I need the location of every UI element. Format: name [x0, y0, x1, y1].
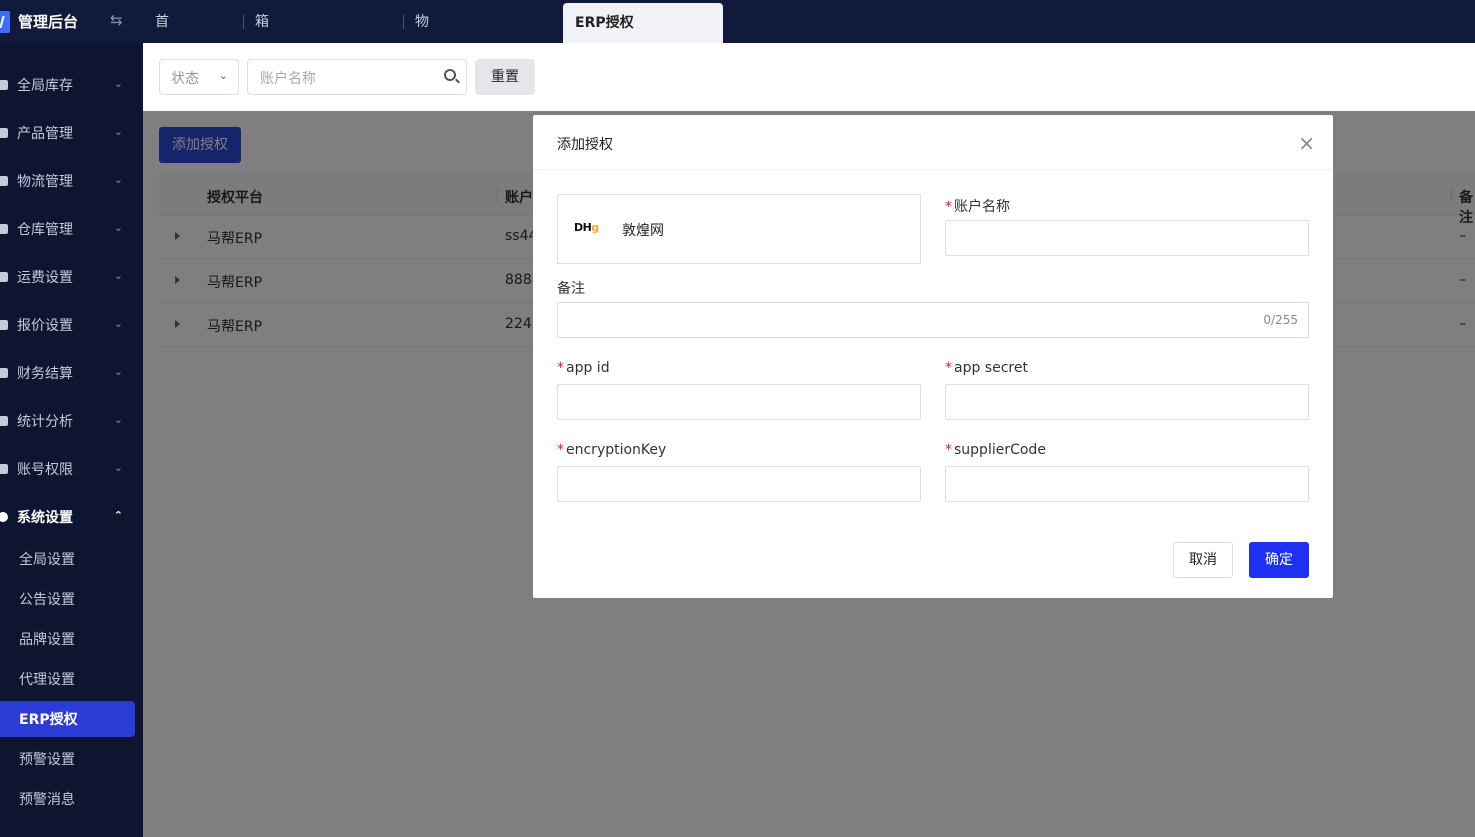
warehouse-icon [0, 224, 8, 234]
finance-icon [0, 368, 8, 378]
sidebar-item-label: 运费设置 [17, 270, 73, 286]
inventory-icon [0, 80, 8, 90]
tab-divider [243, 15, 244, 29]
sidebar-item-label: 全局库存 [17, 78, 73, 94]
sidebar-item-label: 统计分析 [17, 414, 73, 430]
chart-icon [0, 416, 8, 426]
account-search-input[interactable]: 账户名称 [247, 59, 467, 95]
sidebar-item-warehouse[interactable]: 仓库管理 ⌄ [0, 209, 143, 249]
add-auth-dialog: 添加授权 × DHg 敦煌网 * 账户名称 备注 0/255 * app id * a… [533, 115, 1333, 598]
cancel-button[interactable]: 取消 [1173, 542, 1233, 578]
dialog-title: 添加授权 [557, 137, 613, 153]
sidebar-item-finance[interactable]: 财务结算 ⌄ [0, 353, 143, 393]
encryption-key-field[interactable] [557, 466, 921, 502]
sidebar-subitem-erp-auth[interactable]: ERP授权 [0, 701, 135, 737]
sidebar-subitem-announcements[interactable]: 公告设置 [0, 581, 143, 617]
sidebar-subitem-brand[interactable]: 品牌设置 [0, 621, 143, 657]
remark-label: 备注 [557, 281, 585, 297]
account-name-label: * 账户名称 [945, 199, 1010, 215]
sidebar-item-products[interactable]: 产品管理 ⌄ [0, 113, 143, 153]
sidebar-subitem-global-settings[interactable]: 全局设置 [0, 541, 143, 577]
chevron-down-icon: ⌄ [113, 365, 123, 378]
chevron-down-icon: ⌄ [113, 461, 123, 474]
top-header: 管理后台 ⇆ 首页 箱库存 物流渠道列表 ERP授权 [0, 0, 1475, 255]
supplier-code-field[interactable] [945, 466, 1309, 502]
sidebar-item-global-inventory[interactable]: 全局库存 ⌄ [0, 65, 143, 105]
collapse-menu-icon[interactable]: ⇆ [110, 11, 123, 29]
sidebar-item-label: 报价设置 [17, 318, 73, 334]
tab-erp-auth[interactable]: ERP授权 [563, 3, 723, 43]
app-title: 管理后台 [18, 13, 79, 31]
app-secret-field[interactable] [945, 384, 1309, 420]
sidebar-item-account-permissions[interactable]: 账号权限 ⌄ [0, 449, 143, 489]
sidebar-item-freight[interactable]: 运费设置 ⌄ [0, 257, 143, 297]
chevron-down-icon: ⌄ [113, 317, 123, 330]
tab-home[interactable]: 首页 [155, 0, 169, 75]
sidebar-item-label: 产品管理 [17, 126, 73, 142]
filter-bar: 状态 ⌄ 账户名称 重置 [143, 43, 1475, 111]
truck-icon [0, 176, 8, 186]
sidebar-item-label: 账号权限 [17, 462, 73, 478]
chevron-down-icon: ⌄ [218, 69, 228, 82]
account-name-field[interactable] [945, 220, 1309, 256]
gear-icon [0, 512, 8, 522]
sidebar-item-quote[interactable]: 报价设置 ⌄ [0, 305, 143, 345]
chevron-down-icon: ⌄ [113, 221, 123, 234]
status-select[interactable]: 状态 ⌄ [159, 59, 239, 95]
dhgate-logo-text: DH [574, 221, 592, 234]
supplier-code-label: * supplierCode [945, 442, 1046, 458]
remark-char-counter: 0/255 [1263, 313, 1298, 327]
user-icon [0, 464, 8, 474]
dialog-header: 添加授权 × [533, 115, 1333, 170]
close-icon[interactable]: × [1298, 133, 1315, 153]
remark-field[interactable]: 0/255 [557, 302, 1309, 338]
sidebar-subitem-alert-messages[interactable]: 预警消息 [0, 781, 143, 817]
sidebar-item-system-settings[interactable]: 系统设置 ⌃ [0, 497, 143, 537]
encryption-key-label: * encryptionKey [557, 442, 667, 458]
product-icon [0, 128, 8, 138]
sidebar-item-label: 财务结算 [17, 366, 73, 382]
chevron-down-icon: ⌄ [113, 269, 123, 282]
sidebar-item-label: 系统设置 [17, 510, 73, 526]
sidebar-subitem-agent[interactable]: 代理设置 [0, 661, 143, 697]
chevron-down-icon: ⌄ [113, 77, 123, 90]
sidebar-item-label: 物流管理 [17, 174, 73, 190]
chevron-down-icon: ⌄ [113, 173, 123, 186]
app-secret-label: * app secret [945, 360, 1028, 376]
dhgate-logo-icon: DHg [574, 221, 599, 234]
tab-divider [403, 15, 404, 29]
app-id-label: * app id [557, 360, 610, 376]
app-id-field[interactable] [557, 384, 921, 420]
sidebar-subitem-alert-settings[interactable]: 预警设置 [0, 741, 143, 777]
tab-box-inventory[interactable]: 箱库存 [255, 0, 269, 120]
platform-name: 敦煌网 [622, 223, 664, 239]
freight-icon [0, 272, 8, 282]
confirm-button[interactable]: 确定 [1249, 542, 1309, 578]
chevron-down-icon: ⌄ [113, 413, 123, 426]
sidebar-item-logistics[interactable]: 物流管理 ⌄ [0, 161, 143, 201]
tab-logistics-channels[interactable]: 物流渠道列表 [415, 0, 429, 255]
sidebar-item-statistics[interactable]: 统计分析 ⌄ [0, 401, 143, 441]
quote-icon [0, 320, 8, 330]
sidebar-item-label: 仓库管理 [17, 222, 73, 238]
account-search-placeholder: 账户名称 [260, 71, 316, 87]
search-icon[interactable] [444, 69, 456, 81]
sidebar: 全局库存 ⌄ 产品管理 ⌄ 物流管理 ⌄ 仓库管理 ⌄ 运费设置 ⌄ 报价设置 … [0, 43, 143, 837]
chevron-down-icon: ⌄ [113, 125, 123, 138]
status-select-placeholder: 状态 [171, 71, 199, 87]
app-logo-icon [0, 10, 10, 33]
platform-selector[interactable]: DHg 敦煌网 [557, 194, 921, 264]
reset-button[interactable]: 重置 [475, 59, 535, 95]
chevron-up-icon: ⌃ [113, 509, 123, 522]
